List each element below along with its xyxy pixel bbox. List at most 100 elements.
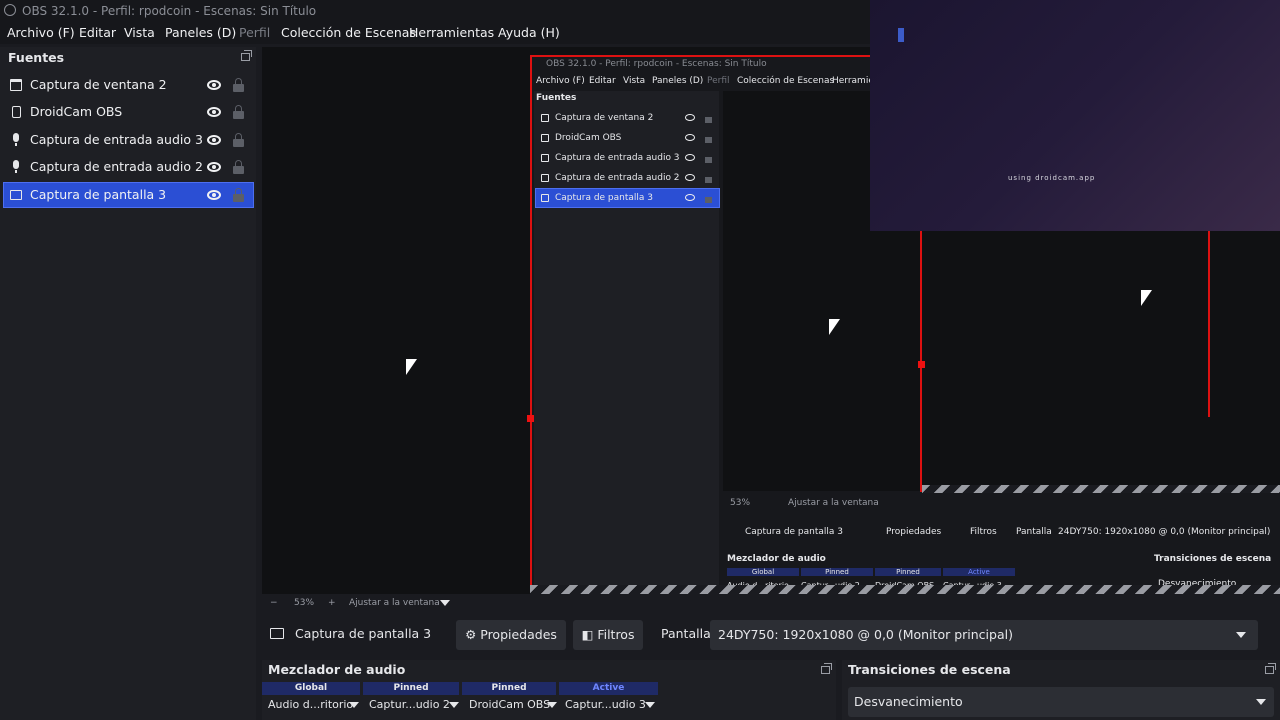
chevron-down-icon[interactable] (547, 702, 557, 708)
undock-icon[interactable] (1265, 663, 1276, 674)
lock-icon (705, 197, 712, 203)
nested-mixer-tab: Global (727, 568, 799, 576)
nested-menu-item: Perfil (707, 76, 730, 86)
mixer-channel-droidcam[interactable]: DroidCam OBS (469, 698, 550, 712)
chevron-down-icon[interactable] (645, 702, 655, 708)
transition-select[interactable]: Desvanecimiento (848, 687, 1274, 717)
nested-source-label: Captura de entrada audio 2 (555, 173, 680, 183)
lock-icon[interactable] (233, 188, 244, 202)
display-icon (270, 628, 284, 639)
undock-icon[interactable] (821, 663, 832, 674)
menu-paneles[interactable]: Paneles (D) (165, 22, 236, 44)
filters-button[interactable]: ◧ Filtros (573, 620, 643, 650)
gear-icon: ⚙ (465, 627, 481, 642)
mixer-channel-audio-3[interactable]: Captur...udio 3 (565, 698, 646, 712)
eye-icon[interactable] (207, 162, 221, 172)
nested-window-title: OBS 32.1.0 - Perfil: rpodcoin - Escenas:… (546, 59, 767, 69)
selected-source-name: Captura de pantalla 3 (295, 626, 432, 641)
mixer-tab-active[interactable]: Active (559, 682, 658, 695)
chevron-down-icon[interactable] (440, 600, 450, 606)
menu-archivo[interactable]: Archivo (F) (7, 22, 75, 44)
audio-mixer-dock: Mezclador de audio Global Pinned Pinned … (262, 660, 836, 720)
nested-source-label: Captura de ventana 2 (555, 113, 654, 123)
mixer-tab-pinned-1[interactable]: Pinned (363, 682, 459, 695)
screen-label: Pantalla (661, 626, 711, 641)
properties-button[interactable]: ⚙ Propiedades (456, 620, 566, 650)
screen-select[interactable]: 24DY750: 1920x1080 @ 0,0 (Monitor princi… (710, 620, 1258, 650)
source-item-captura-ventana-2[interactable]: Captura de ventana 2 (4, 73, 253, 97)
mixer-channel-desktop-audio[interactable]: Audio d...ritorio (268, 698, 353, 712)
eye-icon[interactable] (207, 80, 221, 90)
menu-vista[interactable]: Vista (124, 22, 155, 44)
nested-source-label: DroidCam OBS (555, 133, 622, 143)
source-label: Captura de ventana 2 (30, 77, 167, 92)
mixer-tab-global[interactable]: Global (262, 682, 360, 695)
source-controls-bar: Captura de pantalla 3 ⚙ Propiedades ◧ Fi… (262, 618, 1280, 652)
lock-icon[interactable] (233, 160, 244, 174)
source-label: Captura de entrada audio 3 (30, 132, 203, 147)
lock-icon (705, 157, 712, 163)
nested-sources-dock: Fuentes Captura de ventana 2 DroidCam OB… (534, 91, 720, 594)
source-label: Captura de pantalla 3 (30, 187, 167, 202)
mic-icon (541, 174, 549, 182)
source-label: DroidCam OBS (30, 104, 123, 119)
menu-ayuda[interactable]: Ayuda (H) (498, 22, 560, 44)
nested-source-item: Captura de pantalla 3 (535, 188, 720, 208)
eye-icon (685, 114, 695, 121)
zoom-in-button[interactable]: + (328, 594, 336, 612)
properties-label: Propiedades (480, 627, 557, 642)
zoom-out-button[interactable]: − (270, 594, 278, 612)
window-icon (10, 79, 22, 91)
source-item-audio-2[interactable]: Captura de entrada audio 2 (4, 155, 253, 179)
camera-light (898, 28, 904, 42)
nested-menu-item: Vista (623, 76, 646, 86)
eye-icon (685, 174, 695, 181)
menu-herramientas[interactable]: Herramientas (409, 22, 494, 44)
lock-icon[interactable] (233, 78, 244, 92)
nested-mixer-tab: Active (943, 568, 1015, 576)
menu-coleccion-escenas[interactable]: Colección de Escenas (281, 22, 416, 44)
menu-editar[interactable]: Editar (79, 22, 116, 44)
display-icon (10, 190, 22, 200)
sources-dock: Fuentes Captura de ventana 2 DroidCam OB… (0, 47, 256, 720)
nested-menu-item: Editar (589, 76, 616, 86)
selection-border-left (530, 55, 532, 594)
filter-icon: ◧ (581, 627, 598, 642)
transitions-title: Transiciones de escena (848, 662, 1011, 677)
hatched-strip (922, 485, 1280, 493)
filters-label: Filtros (597, 627, 635, 642)
video-icon (541, 134, 549, 142)
chevron-down-icon[interactable] (349, 702, 359, 708)
chevron-down-icon[interactable] (449, 702, 459, 708)
resize-handle[interactable] (527, 415, 534, 422)
source-item-droidcam[interactable]: DroidCam OBS (4, 100, 253, 124)
nested-source-item: DroidCam OBS (536, 129, 719, 147)
nested-source-label: Captura de pantalla 3 (555, 193, 654, 203)
source-item-audio-3[interactable]: Captura de entrada audio 3 (4, 128, 253, 152)
resize-handle[interactable] (918, 361, 925, 368)
nested-source-item: Captura de entrada audio 3 (536, 149, 719, 167)
fit-to-window-button[interactable]: Ajustar a la ventana (349, 594, 440, 612)
mixer-title: Mezclador de audio (268, 662, 406, 677)
undock-icon[interactable] (241, 50, 252, 61)
window-icon (541, 114, 549, 122)
window-title: OBS 32.1.0 - Perfil: rpodcoin - Escenas:… (22, 4, 317, 18)
mic-icon (13, 160, 19, 173)
mixer-tab-pinned-2[interactable]: Pinned (462, 682, 556, 695)
menu-perfil[interactable]: Perfil (239, 22, 270, 44)
lock-icon[interactable] (233, 105, 244, 119)
eye-icon[interactable] (207, 190, 221, 200)
eye-icon (685, 134, 695, 141)
mic-icon (13, 133, 19, 146)
hatched-strip (530, 585, 1280, 594)
lock-icon[interactable] (233, 133, 244, 147)
zoom-level: 53% (294, 598, 315, 608)
mixer-channel-audio-2[interactable]: Captur...udio 2 (369, 698, 450, 712)
chevron-down-icon (1236, 632, 1246, 638)
zoom-bar: − 53% + Ajustar a la ventana (262, 594, 1280, 612)
eye-icon[interactable] (207, 135, 221, 145)
lock-icon (705, 137, 712, 143)
eye-icon[interactable] (207, 107, 221, 117)
obs-logo-icon (4, 4, 16, 16)
source-item-captura-pantalla-3[interactable]: Captura de pantalla 3 (3, 182, 254, 208)
